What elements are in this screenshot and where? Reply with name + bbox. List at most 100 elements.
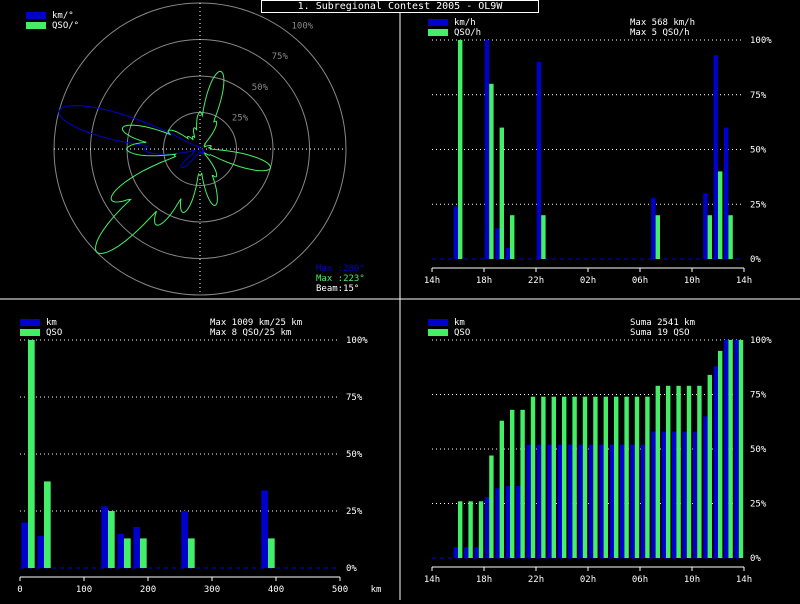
bar-1-0-7 [505, 248, 510, 260]
bar-3-0-28 [724, 340, 729, 558]
legend-label-1-0: km/h [454, 18, 476, 28]
bar-3-0-27 [713, 366, 718, 558]
bar-2-1-15 [268, 538, 275, 568]
bar-1-1-6 [499, 127, 504, 259]
legend-label-3-0: km [454, 318, 465, 328]
bar-3-0-2 [453, 547, 458, 558]
bar-3-1-13 [572, 396, 577, 558]
bar-1-1-21 [655, 215, 660, 259]
legend-label-1-1: QSO/h [454, 28, 481, 38]
bar-3-0-3 [464, 547, 469, 558]
bar-3-0-24 [682, 431, 687, 558]
bar-3-1-4 [478, 501, 484, 558]
bar-3-0-22 [661, 431, 666, 558]
bar-3-0-18 [620, 444, 625, 558]
bar-3-0-10 [536, 444, 542, 558]
x-tick-3-0: 14h [424, 575, 440, 585]
bar-3-0-5 [484, 497, 490, 558]
bar-3-0-11 [547, 444, 552, 558]
bar-1-1-10 [541, 215, 546, 259]
legend-swatch-3-1 [428, 329, 448, 336]
stats-3-1: Suma 19 QSO [630, 328, 690, 338]
bar-2-0-1 [37, 536, 44, 568]
x-tick-3-5: 10h [684, 575, 700, 585]
bar-1-1-5 [489, 83, 494, 259]
bar-3-1-19 [634, 396, 640, 558]
bar-2-0-10 [181, 511, 188, 568]
bar-3-1-22 [666, 385, 671, 558]
x-tick-1-5: 10h [684, 276, 700, 286]
stats-2-1: Max 8 QSO/25 km [210, 328, 291, 338]
y-tick-2-0: 0% [346, 564, 357, 574]
bar-3-1-7 [510, 409, 515, 558]
legend-swatch-1-1 [428, 29, 448, 36]
stats-1-0: Max 568 km/h [630, 18, 695, 28]
polar-info-1: Max :223° [316, 274, 365, 284]
bar-3-1-12 [562, 396, 567, 558]
bar-2-0-0 [21, 522, 28, 568]
bar-2-1-5 [108, 511, 115, 568]
legend-label-0-1: QSO/° [52, 21, 79, 31]
legend-label-2-0: km [46, 318, 57, 328]
bar-1-0-26 [703, 193, 708, 259]
bar-1-0-10 [536, 61, 542, 260]
bar-2-0-7 [133, 527, 140, 568]
x-tick-1-3: 02h [580, 276, 596, 286]
polar-ring-label-2: 75% [272, 52, 289, 62]
bar-3-1-28 [728, 340, 733, 558]
bar-3-0-8 [516, 486, 521, 558]
x-tick-2-5: 500 [332, 585, 348, 595]
bar-3-0-19 [630, 444, 635, 558]
x-tick-1-1: 18h [476, 276, 492, 286]
bar-3-0-25 [692, 431, 698, 558]
bar-3-1-9 [530, 396, 536, 558]
bar-1-1-26 [707, 215, 712, 259]
bar-3-1-27 [718, 350, 723, 558]
y-tick-3-2: 50% [750, 445, 767, 455]
legend-swatch-0-0 [26, 12, 46, 19]
bar-3-1-6 [499, 420, 504, 558]
legend-swatch-3-0 [428, 319, 448, 326]
bar-3-0-6 [495, 488, 500, 558]
bar-3-1-21 [655, 385, 660, 558]
y-tick-1-1: 25% [750, 200, 767, 210]
bar-3-1-10 [541, 396, 546, 558]
bar-3-1-23 [676, 385, 681, 558]
bar-1-0-6 [495, 228, 500, 259]
page-title: 1. Subregional Contest 2005 - OL9W [261, 0, 539, 13]
bar-3-0-21 [651, 431, 656, 558]
y-tick-2-1: 25% [346, 507, 363, 517]
stats-3-0: Suma 2541 km [630, 318, 695, 328]
polar-ring-label-1: 50% [252, 83, 269, 93]
y-tick-3-4: 100% [750, 336, 772, 346]
polar-ring-label-3: 100% [292, 22, 314, 32]
polar-info-0: Max :280° [316, 264, 365, 274]
bar-3-0-16 [599, 444, 604, 558]
bar-1-1-2 [458, 40, 463, 259]
bar-3-1-18 [624, 396, 629, 558]
bar-1-0-28 [724, 127, 729, 259]
bar-3-1-11 [551, 396, 556, 558]
bar-3-0-13 [568, 444, 573, 558]
bar-2-1-0 [28, 340, 35, 568]
x-unit-2: km [371, 585, 382, 595]
bar-3-1-15 [593, 396, 598, 558]
bar-3-1-17 [614, 396, 619, 558]
polar-info-2: Beam:15° [316, 284, 359, 294]
y-tick-2-4: 100% [346, 336, 368, 346]
x-tick-1-2: 22h [528, 276, 544, 286]
bar-2-1-7 [140, 538, 147, 568]
chart-stage: km/° QSO/° 25% 50% 75% 100% Max :280° Max :223°… [0, 0, 800, 600]
polar-ring-label-0: 25% [232, 113, 249, 123]
x-tick-3-4: 06h [632, 575, 648, 585]
bar-1-0-5 [484, 40, 490, 259]
bar-1-0-27 [713, 55, 718, 259]
x-tick-1-6: 14h [736, 276, 752, 286]
bar-3-0-29 [734, 340, 739, 558]
bar-1-1-7 [510, 215, 515, 259]
legend-label-3-1: QSO [454, 328, 470, 338]
y-tick-1-4: 100% [750, 36, 772, 46]
y-tick-2-3: 75% [346, 393, 363, 403]
y-tick-1-0: 0% [750, 255, 761, 265]
y-tick-3-0: 0% [750, 554, 761, 564]
